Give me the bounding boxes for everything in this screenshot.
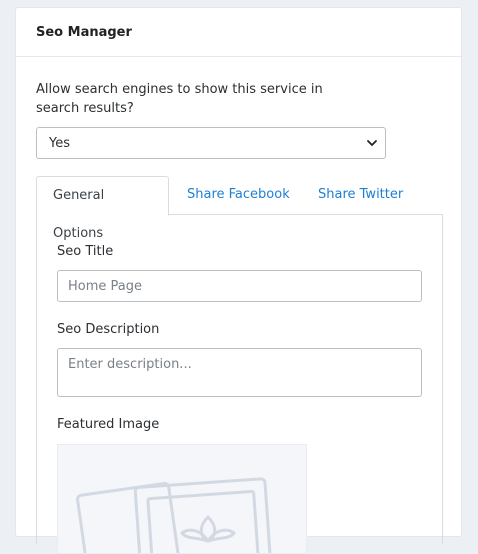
chevron-down-icon — [367, 140, 377, 146]
seo-tabs: General Options Share Facebook Share Twi… — [36, 176, 443, 241]
general-options-panel: Seo Title Seo Description Featured Image — [36, 214, 444, 554]
seo-description-wrapper — [37, 348, 444, 397]
search-visibility-question: Allow search engines to show this servic… — [36, 82, 323, 114]
featured-image-upload[interactable] — [57, 444, 307, 554]
card-header: Seo Manager — [16, 8, 461, 57]
featured-image-label: Featured Image — [57, 417, 160, 432]
tab-general-options[interactable]: General Options — [36, 176, 169, 241]
seo-manager-card: Seo Manager Allow search engines to show… — [15, 7, 462, 554]
seo-description-textarea[interactable] — [57, 348, 422, 397]
seo-description-label: Seo Description — [57, 322, 160, 337]
tab-share-twitter[interactable]: Share Twitter — [302, 176, 419, 215]
search-visibility-selected-value: Yes — [49, 135, 70, 151]
search-visibility-select[interactable]: Yes — [36, 127, 386, 159]
seo-title-input[interactable] — [57, 270, 422, 302]
image-placeholder-icon — [76, 477, 273, 553]
seo-title-label: Seo Title — [57, 244, 114, 259]
card-title: Seo Manager — [36, 24, 132, 40]
tab-share-facebook[interactable]: Share Facebook — [171, 176, 306, 215]
